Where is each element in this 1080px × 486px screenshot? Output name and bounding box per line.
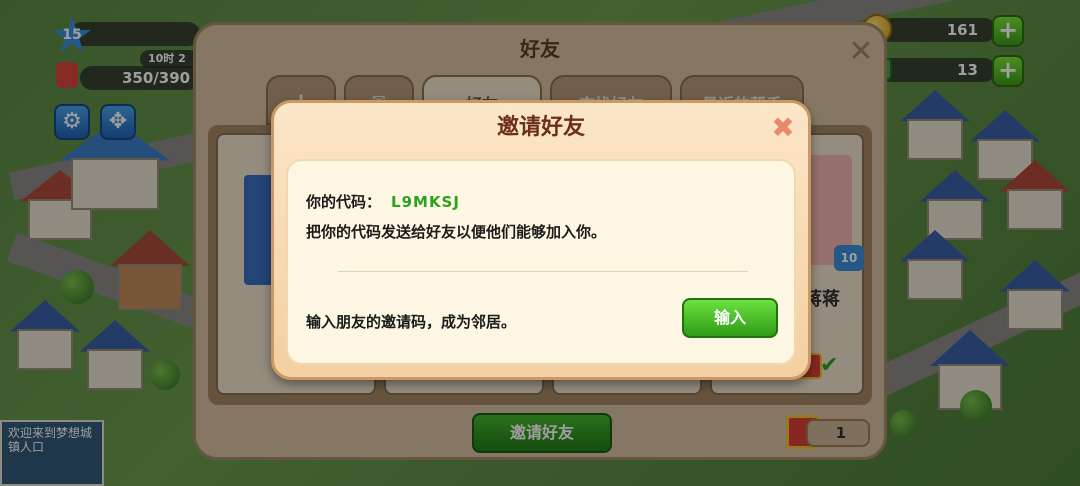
enter-code-button[interactable]: 输入 bbox=[682, 298, 778, 338]
share-instructions: 把你的代码发送给好友以便他们能够加入你。 bbox=[306, 223, 607, 241]
dialog-title: 邀请好友 bbox=[496, 115, 585, 140]
divider bbox=[338, 271, 748, 272]
enter-code-prompt: 输入朋友的邀请码，成为邻居。 bbox=[306, 313, 517, 331]
close-dialog-button[interactable]: ✖ bbox=[768, 113, 798, 143]
code-row: 你的代码： L9MKSJ bbox=[306, 191, 460, 212]
code-value: L9MKSJ bbox=[391, 193, 460, 211]
invite-dialog: 邀请好友 ✖ 你的代码： L9MKSJ 把你的代码发送给好友以便他们能够加入你。 … bbox=[271, 100, 811, 380]
close-icon: ✖ bbox=[771, 111, 795, 144]
code-label: 你的代码： bbox=[306, 193, 382, 211]
dialog-body: 你的代码： L9MKSJ 把你的代码发送给好友以便他们能够加入你。 输入朋友的邀请… bbox=[286, 159, 796, 365]
